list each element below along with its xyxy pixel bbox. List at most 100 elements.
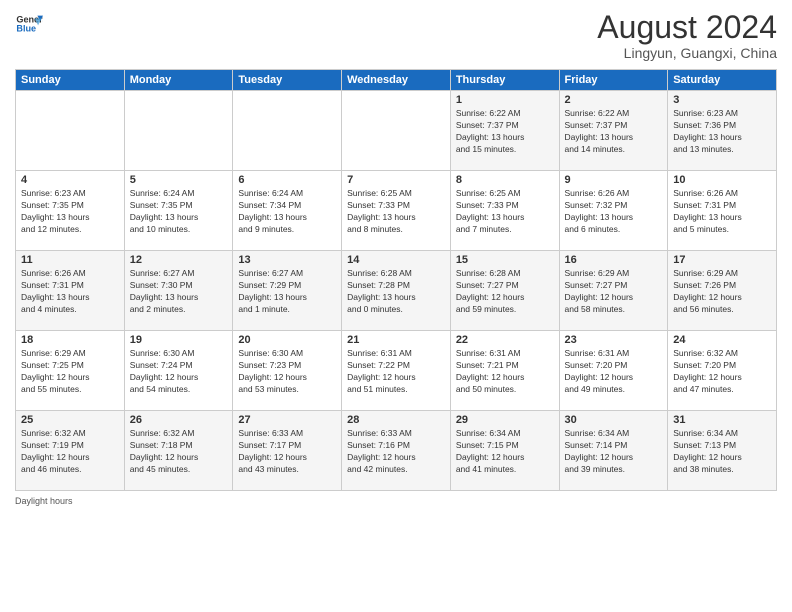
day-number: 13 — [238, 254, 336, 266]
day-number: 30 — [565, 414, 663, 426]
calendar-table: SundayMondayTuesdayWednesdayThursdayFrid… — [15, 69, 777, 491]
day-info: Sunrise: 6:32 AM Sunset: 7:20 PM Dayligh… — [673, 348, 771, 396]
header-row: SundayMondayTuesdayWednesdayThursdayFrid… — [16, 70, 777, 91]
day-number: 10 — [673, 174, 771, 186]
day-info: Sunrise: 6:25 AM Sunset: 7:33 PM Dayligh… — [456, 188, 554, 236]
calendar-cell: 17Sunrise: 6:29 AM Sunset: 7:26 PM Dayli… — [668, 251, 777, 331]
day-number: 31 — [673, 414, 771, 426]
header-cell-monday: Monday — [124, 70, 233, 91]
day-info: Sunrise: 6:24 AM Sunset: 7:34 PM Dayligh… — [238, 188, 336, 236]
header-cell-tuesday: Tuesday — [233, 70, 342, 91]
calendar-cell: 30 Sunrise: 6:34 AM Sunset: 7:14 PM Dayli… — [559, 411, 668, 491]
calendar-cell: 9 Sunrise: 6:26 AM Sunset: 7:32 PM Daylig… — [559, 171, 668, 251]
day-number: 6 — [238, 174, 336, 186]
day-number: 20 — [238, 334, 336, 346]
day-number: 8 — [456, 174, 554, 186]
calendar-cell: 11Sunrise: 6:26 AM Sunset: 7:31 PM Dayli… — [16, 251, 125, 331]
calendar-cell: 7Sunrise: 6:25 AM Sunset: 7:33 PM Daylig… — [342, 171, 451, 251]
day-info: Sunrise: 6:22 AM Sunset: 7:37 PM Dayligh… — [456, 108, 554, 156]
day-number: 5 — [130, 174, 228, 186]
day-number: 17 — [673, 254, 771, 266]
day-number: 28 — [347, 414, 445, 426]
day-info: Sunrise: 6:31 AM Sunset: 7:20 PM Dayligh… — [565, 348, 663, 396]
calendar-week-2: 11Sunrise: 6:26 AM Sunset: 7:31 PM Dayli… — [16, 251, 777, 331]
calendar-cell: 23Sunrise: 6:31 AM Sunset: 7:20 PM Dayli… — [559, 331, 668, 411]
day-number: 18 — [21, 334, 119, 346]
calendar-cell: 25 Sunrise: 6:32 AM Sunset: 7:19 PM Dayli… — [16, 411, 125, 491]
day-info: Sunrise: 6:33 AM Sunset: 7:16 PM Dayligh… — [347, 428, 445, 476]
day-number: 16 — [565, 254, 663, 266]
day-number: 15 — [456, 254, 554, 266]
day-number: 24 — [673, 334, 771, 346]
calendar-cell: 28 Sunrise: 6:33 AM Sunset: 7:16 PM Dayli… — [342, 411, 451, 491]
header-cell-wednesday: Wednesday — [342, 70, 451, 91]
day-number: 29 — [456, 414, 554, 426]
day-info: Sunrise: 6:32 AM Sunset: 7:18 PM Dayligh… — [130, 428, 228, 476]
page-header: General Blue August 2024 Lingyun, Guangx… — [15, 10, 777, 61]
calendar-week-0: 1Sunrise: 6:22 AM Sunset: 7:37 PM Daylig… — [16, 91, 777, 171]
calendar-cell: 3Sunrise: 6:23 AM Sunset: 7:36 PM Daylig… — [668, 91, 777, 171]
day-number: 14 — [347, 254, 445, 266]
day-info: Sunrise: 6:34 AM Sunset: 7:14 PM Dayligh… — [565, 428, 663, 476]
day-info: Sunrise: 6:26 AM Sunset: 7:32 PM Dayligh… — [565, 188, 663, 236]
calendar-cell: 22 Sunrise: 6:31 AM Sunset: 7:21 PM Dayli… — [450, 331, 559, 411]
day-number: 26 — [130, 414, 228, 426]
day-number: 25 — [21, 414, 119, 426]
calendar-week-1: 4Sunrise: 6:23 AM Sunset: 7:35 PM Daylig… — [16, 171, 777, 251]
day-info: Sunrise: 6:27 AM Sunset: 7:29 PM Dayligh… — [238, 268, 336, 316]
day-info: Sunrise: 6:33 AM Sunset: 7:17 PM Dayligh… — [238, 428, 336, 476]
subtitle: Lingyun, Guangxi, China — [597, 45, 777, 61]
day-info: Sunrise: 6:30 AM Sunset: 7:24 PM Dayligh… — [130, 348, 228, 396]
main-title: August 2024 — [597, 10, 777, 45]
day-number: 2 — [565, 94, 663, 106]
calendar-cell: 6 Sunrise: 6:24 AM Sunset: 7:34 PM Daylig… — [233, 171, 342, 251]
calendar-cell: 12 Sunrise: 6:27 AM Sunset: 7:30 PM Dayli… — [124, 251, 233, 331]
daylight-label: Daylight hours — [15, 496, 73, 506]
logo-icon: General Blue — [15, 10, 43, 38]
day-number: 12 — [130, 254, 228, 266]
day-number: 11 — [21, 254, 119, 266]
day-info: Sunrise: 6:28 AM Sunset: 7:28 PM Dayligh… — [347, 268, 445, 316]
calendar-header: SundayMondayTuesdayWednesdayThursdayFrid… — [16, 70, 777, 91]
day-info: Sunrise: 6:29 AM Sunset: 7:27 PM Dayligh… — [565, 268, 663, 316]
calendar-cell: 26 Sunrise: 6:32 AM Sunset: 7:18 PM Dayli… — [124, 411, 233, 491]
calendar-cell: 24 Sunrise: 6:32 AM Sunset: 7:20 PM Dayli… — [668, 331, 777, 411]
calendar-cell: 8 Sunrise: 6:25 AM Sunset: 7:33 PM Daylig… — [450, 171, 559, 251]
day-info: Sunrise: 6:23 AM Sunset: 7:36 PM Dayligh… — [673, 108, 771, 156]
day-number: 22 — [456, 334, 554, 346]
day-info: Sunrise: 6:30 AM Sunset: 7:23 PM Dayligh… — [238, 348, 336, 396]
calendar-cell — [233, 91, 342, 171]
calendar-cell: 21Sunrise: 6:31 AM Sunset: 7:22 PM Dayli… — [342, 331, 451, 411]
day-info: Sunrise: 6:31 AM Sunset: 7:21 PM Dayligh… — [456, 348, 554, 396]
calendar-cell: 13 Sunrise: 6:27 AM Sunset: 7:29 PM Dayli… — [233, 251, 342, 331]
day-number: 4 — [21, 174, 119, 186]
day-info: Sunrise: 6:34 AM Sunset: 7:15 PM Dayligh… — [456, 428, 554, 476]
calendar-cell: 15Sunrise: 6:28 AM Sunset: 7:27 PM Dayli… — [450, 251, 559, 331]
calendar-cell: 10 Sunrise: 6:26 AM Sunset: 7:31 PM Dayli… — [668, 171, 777, 251]
day-number: 21 — [347, 334, 445, 346]
day-info: Sunrise: 6:32 AM Sunset: 7:19 PM Dayligh… — [21, 428, 119, 476]
logo: General Blue — [15, 10, 43, 38]
calendar-cell — [124, 91, 233, 171]
calendar-cell: 14 Sunrise: 6:28 AM Sunset: 7:28 PM Dayli… — [342, 251, 451, 331]
calendar-cell: 18 Sunrise: 6:29 AM Sunset: 7:25 PM Dayli… — [16, 331, 125, 411]
header-cell-sunday: Sunday — [16, 70, 125, 91]
calendar-week-4: 25 Sunrise: 6:32 AM Sunset: 7:19 PM Dayli… — [16, 411, 777, 491]
header-cell-saturday: Saturday — [668, 70, 777, 91]
day-number: 9 — [565, 174, 663, 186]
title-block: August 2024 Lingyun, Guangxi, China — [597, 10, 777, 61]
footer-note: Daylight hours — [15, 496, 777, 506]
calendar-cell: 29 Sunrise: 6:34 AM Sunset: 7:15 PM Dayli… — [450, 411, 559, 491]
calendar-cell: 1Sunrise: 6:22 AM Sunset: 7:37 PM Daylig… — [450, 91, 559, 171]
day-info: Sunrise: 6:25 AM Sunset: 7:33 PM Dayligh… — [347, 188, 445, 236]
calendar-cell: 16 Sunrise: 6:29 AM Sunset: 7:27 PM Dayli… — [559, 251, 668, 331]
calendar-cell: 4Sunrise: 6:23 AM Sunset: 7:35 PM Daylig… — [16, 171, 125, 251]
header-cell-friday: Friday — [559, 70, 668, 91]
day-number: 19 — [130, 334, 228, 346]
calendar-cell: 2Sunrise: 6:22 AM Sunset: 7:37 PM Daylig… — [559, 91, 668, 171]
day-info: Sunrise: 6:29 AM Sunset: 7:25 PM Dayligh… — [21, 348, 119, 396]
calendar-cell: 27Sunrise: 6:33 AM Sunset: 7:17 PM Dayli… — [233, 411, 342, 491]
day-info: Sunrise: 6:27 AM Sunset: 7:30 PM Dayligh… — [130, 268, 228, 316]
day-info: Sunrise: 6:26 AM Sunset: 7:31 PM Dayligh… — [673, 188, 771, 236]
calendar-cell: 5Sunrise: 6:24 AM Sunset: 7:35 PM Daylig… — [124, 171, 233, 251]
